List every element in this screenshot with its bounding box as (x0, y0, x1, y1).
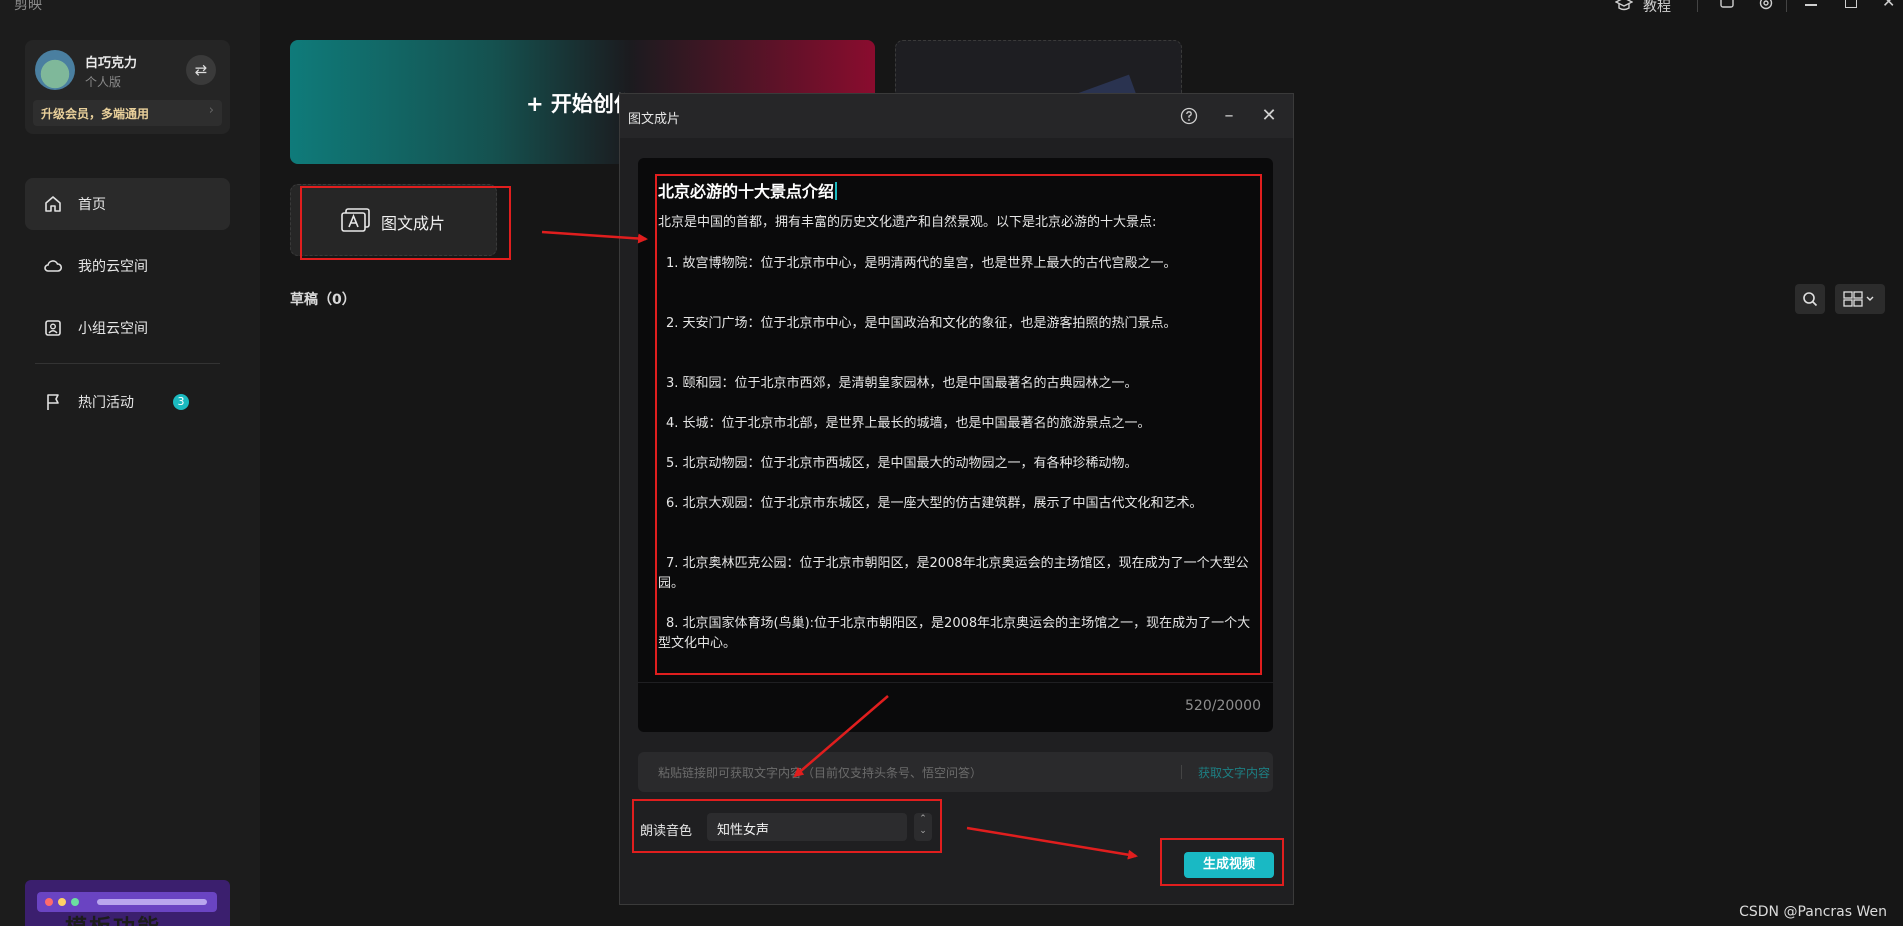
window-minimize-icon[interactable] (1805, 4, 1817, 6)
sidebar-item-my-cloud[interactable]: 我的云空间 (25, 240, 230, 292)
feedback-icon[interactable] (1719, 0, 1735, 12)
grid-view-icon (1843, 291, 1874, 307)
cloud-icon (44, 260, 63, 272)
group-cloud-icon (45, 320, 61, 336)
sidebar-item-label: 首页 (78, 197, 106, 213)
sidebar-item-home[interactable]: 首页 (25, 178, 230, 230)
promo-dot (45, 898, 53, 906)
upgrade-button[interactable]: 升级会员，多端通用 › (33, 100, 222, 126)
template-promo-banner[interactable]: 模板功能 (25, 880, 230, 926)
search-icon (1803, 292, 1818, 307)
fetch-text-button[interactable]: 获取文字内容 (1198, 764, 1270, 781)
settings-gear-icon[interactable] (1758, 0, 1774, 12)
link-input[interactable]: 粘贴链接即可获取文字内容（目前仅支持头条号、悟空问答） (658, 764, 1138, 781)
sidebar-item-label: 我的云空间 (78, 259, 148, 275)
help-icon[interactable] (1178, 105, 1200, 127)
flag-icon (47, 394, 59, 410)
editor-divider (638, 682, 1273, 683)
promo-line (97, 899, 207, 905)
user-card[interactable]: 白巧克力 个人版 ⇄ 升级会员，多端通用 › (25, 40, 230, 134)
sidebar-item-group-cloud[interactable]: 小组云空间 (25, 302, 230, 354)
annotation-box-voice (632, 799, 942, 853)
upgrade-label: 升级会员，多端通用 (41, 107, 150, 121)
sidebar-item-hot-activities[interactable]: 热门活动 3 (25, 376, 230, 428)
topbar-divider (1786, 0, 1787, 12)
window-restore-icon[interactable] (1845, 0, 1857, 8)
sidebar: 剪映 白巧克力 个人版 ⇄ 升级会员，多端通用 › 首页 我的云空间 小组云空间 (0, 0, 260, 926)
promo-dot (71, 898, 79, 906)
drafts-heading: 草稿（0） (290, 292, 356, 308)
annotation-box-tuwen (300, 186, 511, 260)
close-icon[interactable]: ✕ (1258, 105, 1280, 127)
topbar-divider (1697, 0, 1698, 12)
sidebar-item-label: 热门活动 (78, 395, 134, 411)
tutorial-link[interactable]: 教程 (1643, 0, 1671, 16)
search-button[interactable] (1795, 284, 1825, 314)
link-input-box[interactable]: 粘贴链接即可获取文字内容（目前仅支持头条号、悟空问答） 获取文字内容 (638, 752, 1273, 792)
promo-dot (58, 898, 66, 906)
annotation-box-editor (655, 174, 1262, 675)
user-name: 白巧克力 (85, 56, 138, 71)
dialog-title: 图文成片 (628, 112, 681, 127)
link-divider (1181, 765, 1182, 779)
sidebar-item-label: 小组云空间 (78, 321, 148, 337)
switch-account-icon[interactable]: ⇄ (186, 55, 216, 85)
dialog-header: 图文成片 – ✕ (620, 94, 1293, 138)
window-close-icon[interactable]: ✕ (1882, 0, 1895, 11)
character-count: 520/20000 (1185, 698, 1261, 714)
app-logo: 剪映 (14, 0, 42, 13)
promo-text: 模板功能 (65, 910, 161, 926)
sidebar-divider (35, 363, 220, 364)
avatar[interactable] (35, 50, 75, 90)
user-plan: 个人版 (85, 75, 122, 89)
chevron-right-icon: › (208, 103, 214, 118)
annotation-box-generate (1160, 838, 1284, 886)
home-icon (45, 196, 61, 212)
graduation-cap-icon[interactable] (1615, 0, 1633, 12)
watermark: CSDN @Pancras Wen (1739, 904, 1887, 920)
notification-badge: 3 (173, 394, 189, 410)
minimize-icon[interactable]: – (1218, 105, 1240, 127)
view-mode-button[interactable] (1835, 284, 1885, 314)
